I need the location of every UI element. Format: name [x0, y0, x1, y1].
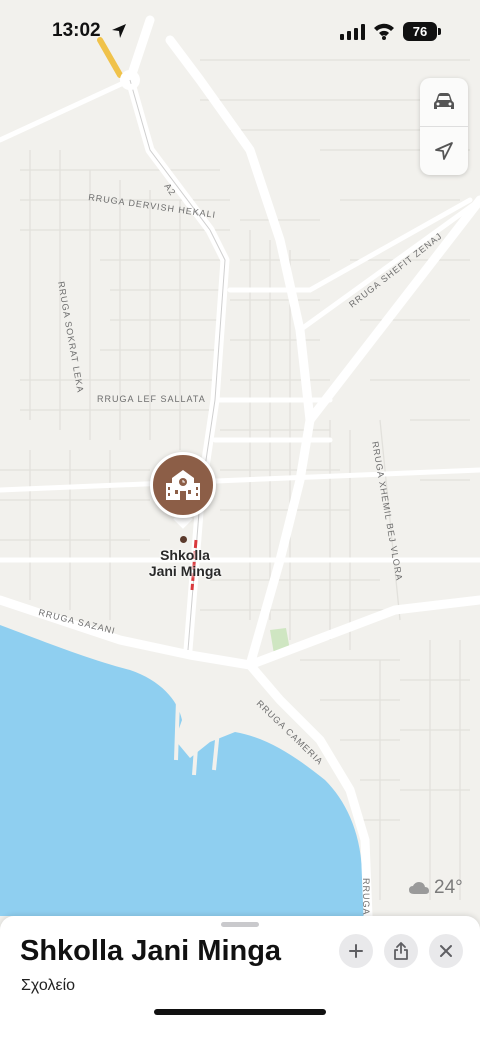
status-bar: 13:02 76 [0, 0, 480, 62]
pin-location-dot [180, 536, 187, 543]
close-icon [440, 945, 452, 957]
map-place-label-line2: Jani Minga [148, 563, 222, 579]
home-indicator [154, 1009, 326, 1015]
map-place-label[interactable]: Shkolla Jani Minga [130, 547, 240, 579]
map-place-label-line1: Shkolla [160, 547, 210, 563]
status-time: 13:02 [52, 20, 101, 41]
share-icon [394, 942, 408, 960]
close-button[interactable] [429, 934, 463, 968]
cloud-icon [409, 882, 429, 894]
share-button[interactable] [384, 934, 418, 968]
weather-temperature: 24° [434, 877, 463, 898]
map-controls [420, 78, 468, 175]
place-category: Σχολείο [21, 977, 76, 994]
location-services-icon [112, 24, 126, 38]
location-arrow-icon [435, 142, 453, 160]
place-card-sheet[interactable]: Shkolla Jani Minga Σχολείο [0, 916, 480, 1040]
plus-icon [349, 944, 363, 958]
road-label-lef-sallata: RRUGA LEF SALLATA [97, 394, 206, 404]
weather-badge: 24° [408, 876, 470, 900]
locate-me-button[interactable] [420, 127, 468, 175]
wifi-icon [374, 23, 394, 40]
road-label-rruga: RRUGA [361, 878, 371, 916]
car-icon [434, 93, 454, 109]
battery-tip [438, 28, 441, 35]
driving-mode-button[interactable] [420, 78, 468, 126]
school-icon [166, 470, 200, 500]
school-pin[interactable] [150, 452, 216, 518]
sheet-grabber[interactable] [221, 922, 259, 927]
cellular-signal-icon [340, 24, 365, 40]
battery-indicator: 76 [403, 22, 437, 41]
place-title: Shkolla Jani Minga [20, 935, 282, 967]
add-button[interactable] [339, 934, 373, 968]
